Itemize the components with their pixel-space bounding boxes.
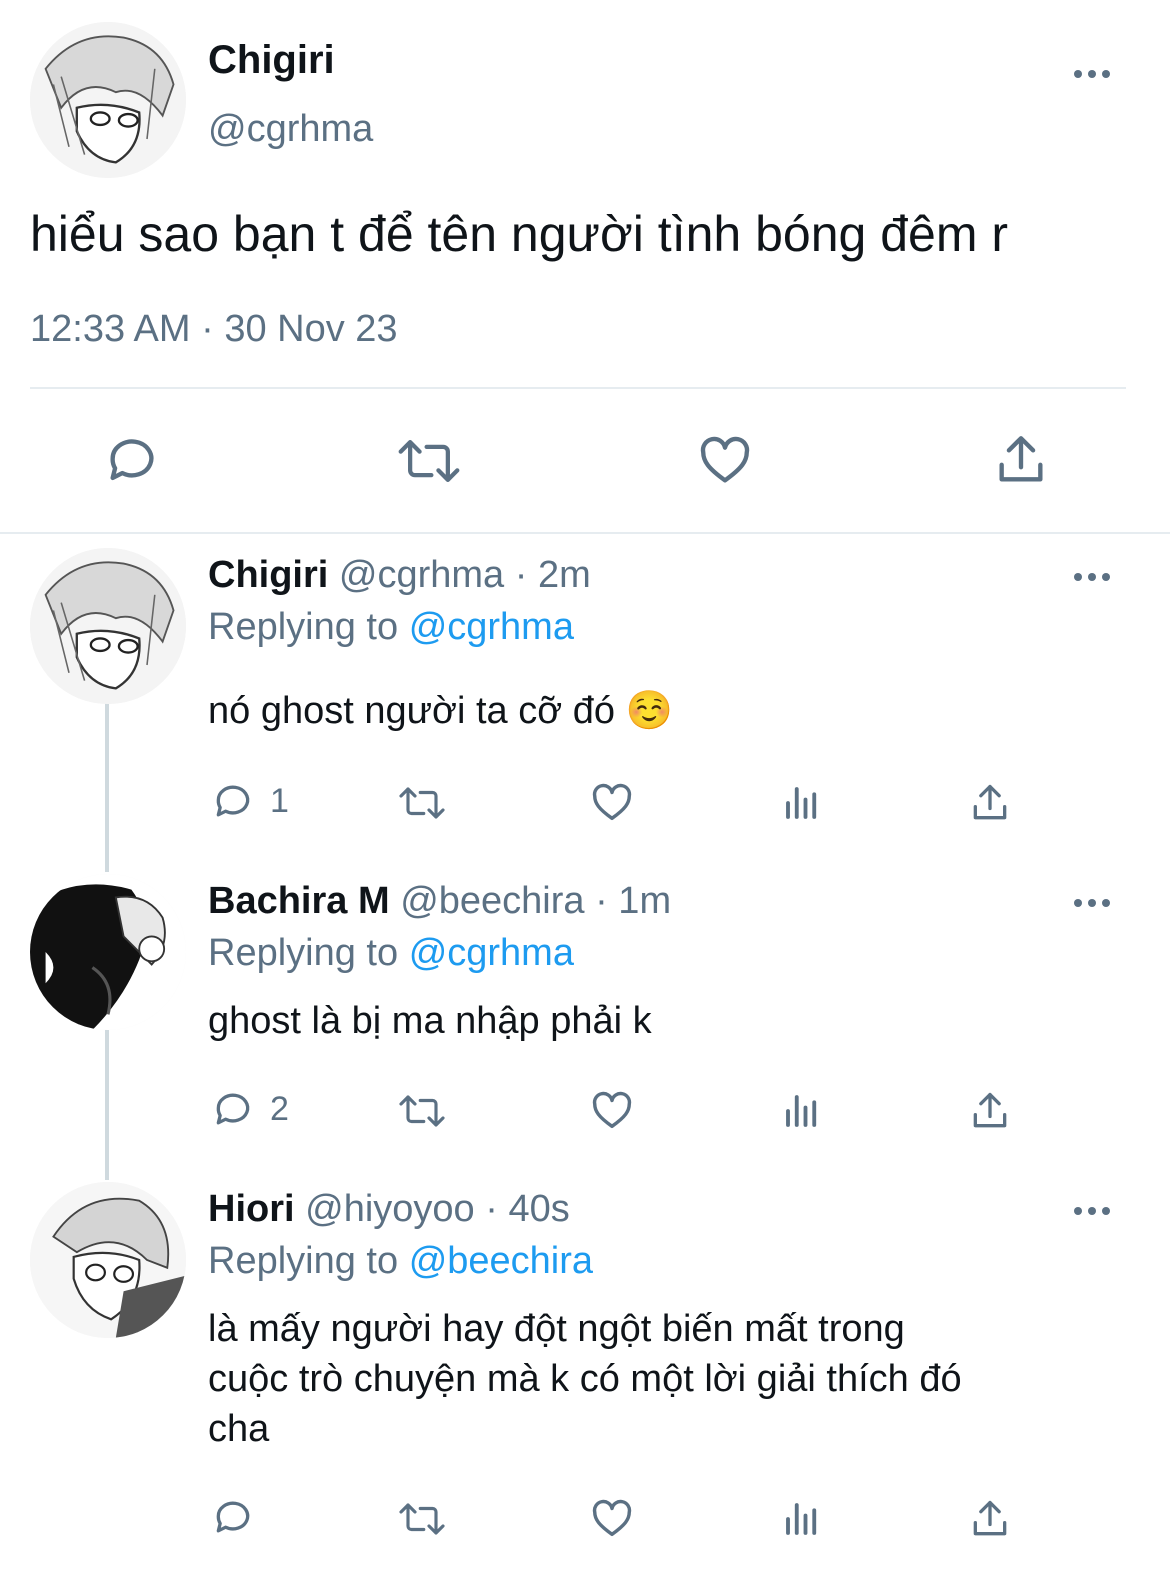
more-options-icon[interactable] bbox=[1072, 569, 1112, 585]
reply-icon[interactable] bbox=[210, 1088, 256, 1132]
tweet-text: hiểu sao bạn t để tên người tình bóng đê… bbox=[30, 206, 1009, 262]
reply-icon[interactable] bbox=[210, 780, 256, 824]
reply-text-line: cha bbox=[208, 1408, 270, 1450]
like-icon[interactable] bbox=[588, 1088, 636, 1134]
replying-prefix: Replying to bbox=[208, 1240, 399, 1282]
thread-connector bbox=[105, 1030, 109, 1180]
share-icon[interactable] bbox=[968, 1496, 1012, 1542]
share-icon[interactable] bbox=[992, 430, 1050, 490]
reply-display-name[interactable]: Hiori bbox=[208, 1188, 295, 1230]
reply-text: ghost là bị ma nhập phải k bbox=[208, 1000, 652, 1042]
like-icon[interactable] bbox=[588, 780, 636, 826]
section-divider bbox=[0, 532, 1170, 534]
reply-text-line: là mấy người hay đột ngột biến mất trong bbox=[208, 1308, 905, 1350]
more-options-icon[interactable] bbox=[1072, 895, 1112, 911]
replying-prefix: Replying to bbox=[208, 606, 399, 648]
reply-avatar[interactable] bbox=[30, 874, 186, 1030]
author-avatar[interactable] bbox=[30, 22, 186, 178]
thread-connector bbox=[105, 700, 109, 872]
reply-count: 1 bbox=[270, 782, 289, 820]
share-icon[interactable] bbox=[968, 780, 1012, 826]
tweet-timestamp: 12:33 AM · 30 Nov 23 bbox=[30, 308, 398, 350]
reply-header: Hiori @hiyoyoo · 40s bbox=[208, 1188, 570, 1231]
replying-to-link[interactable]: @cgrhma bbox=[409, 932, 574, 974]
reply-count: 2 bbox=[270, 1090, 289, 1128]
reply-text: nó ghost người ta cỡ đó ☺️ bbox=[208, 690, 673, 732]
analytics-icon[interactable] bbox=[780, 1090, 824, 1132]
analytics-icon[interactable] bbox=[780, 782, 824, 824]
analytics-icon[interactable] bbox=[780, 1498, 824, 1540]
like-icon[interactable] bbox=[588, 1496, 636, 1542]
replying-to-link[interactable]: @beechira bbox=[409, 1240, 593, 1282]
reply-display-name[interactable]: Bachira M bbox=[208, 880, 390, 922]
like-icon[interactable] bbox=[695, 432, 755, 490]
retweet-icon[interactable] bbox=[396, 432, 462, 490]
replying-prefix: Replying to bbox=[208, 932, 399, 974]
more-options-icon[interactable] bbox=[1072, 66, 1112, 82]
reply-display-name[interactable]: Chigiri bbox=[208, 554, 328, 596]
reply-header: Bachira M @beechira · 1m bbox=[208, 880, 671, 923]
reply-avatar[interactable] bbox=[30, 1182, 186, 1338]
reply-icon[interactable] bbox=[210, 1496, 256, 1540]
reply-time: · 2m bbox=[514, 554, 591, 596]
reply-time: · 1m bbox=[595, 880, 672, 922]
reply-handle[interactable]: @cgrhma bbox=[339, 554, 504, 596]
more-options-icon[interactable] bbox=[1072, 1203, 1112, 1219]
retweet-icon[interactable] bbox=[396, 1498, 448, 1540]
author-handle[interactable]: @cgrhma bbox=[208, 108, 373, 151]
reply-handle[interactable]: @beechira bbox=[400, 880, 584, 922]
reply-handle[interactable]: @hiyoyoo bbox=[305, 1188, 475, 1230]
retweet-icon[interactable] bbox=[396, 782, 448, 824]
reply-time: · 40s bbox=[485, 1188, 570, 1230]
reply-text-line: cuộc trò chuyện mà k có một lời giải thí… bbox=[208, 1358, 962, 1400]
divider bbox=[30, 387, 1126, 389]
share-icon[interactable] bbox=[968, 1088, 1012, 1134]
retweet-icon[interactable] bbox=[396, 1090, 448, 1132]
replying-to: Replying to @cgrhma bbox=[208, 606, 574, 649]
replying-to: Replying to @cgrhma bbox=[208, 932, 574, 975]
replying-to: Replying to @beechira bbox=[208, 1240, 593, 1283]
reply-header: Chigiri @cgrhma · 2m bbox=[208, 554, 591, 597]
replying-to-link[interactable]: @cgrhma bbox=[409, 606, 574, 648]
reply-icon[interactable] bbox=[103, 432, 161, 490]
author-display-name[interactable]: Chigiri bbox=[208, 38, 335, 83]
reply-avatar[interactable] bbox=[30, 548, 186, 704]
